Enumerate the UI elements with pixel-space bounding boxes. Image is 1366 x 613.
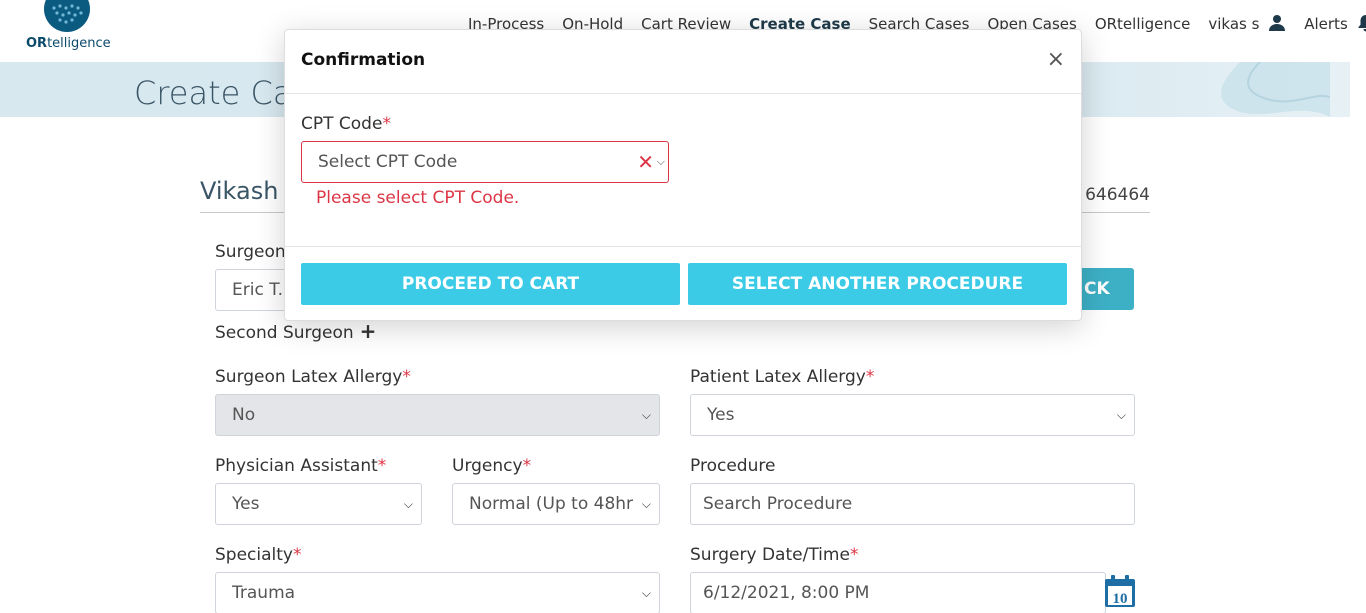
cpt-code-select[interactable]: Select CPT Code ✕ ⌵ xyxy=(301,141,669,183)
clear-x-icon[interactable]: ✕ xyxy=(637,142,654,182)
close-icon[interactable]: × xyxy=(1047,48,1065,72)
modal-title: Confirmation xyxy=(301,50,426,70)
select-another-procedure-button[interactable]: SELECT ANOTHER PROCEDURE xyxy=(688,263,1067,305)
chevron-down-icon: ⌵ xyxy=(656,155,665,168)
modal-body: CPT Code* Select CPT Code ✕ ⌵ Please sel… xyxy=(285,94,1081,247)
confirmation-modal: Confirmation × CPT Code* Select CPT Code… xyxy=(284,29,1082,321)
proceed-to-cart-button[interactable]: PROCEED TO CART xyxy=(301,263,680,305)
modal-footer: PROCEED TO CART SELECT ANOTHER PROCEDURE xyxy=(285,248,1081,322)
modal-header: Confirmation × xyxy=(285,30,1081,94)
cpt-code-error: Please select CPT Code. xyxy=(316,188,520,208)
cpt-code-label: CPT Code* xyxy=(301,114,391,134)
cpt-code-placeholder: Select CPT Code xyxy=(318,152,458,172)
